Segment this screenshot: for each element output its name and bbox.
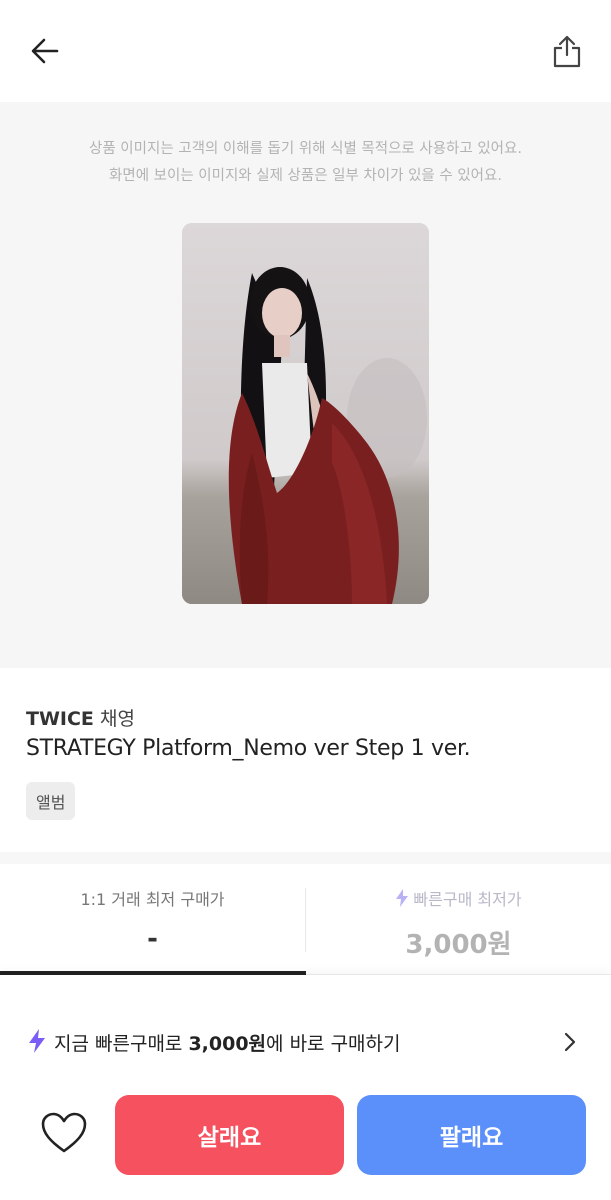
heart-icon bbox=[41, 1112, 87, 1153]
quick-buy-text: 지금 빠른구매로 3,000원에 바로 구매하기 bbox=[54, 1033, 401, 1055]
quick-buy-price-value: 3,000원 bbox=[405, 930, 512, 960]
bottom-action-panel: 지금 빠른구매로 3,000원에 바로 구매하기 살래요 팔래요 bbox=[0, 975, 611, 1200]
header bbox=[0, 0, 611, 102]
quick-buy-price-label: 빠른구매 최저가 bbox=[306, 886, 611, 910]
share-icon bbox=[553, 35, 581, 68]
tab-quick-buy-price[interactable]: 빠른구매 최저가 3,000원 bbox=[306, 886, 611, 961]
one-to-one-price-value: - bbox=[147, 924, 158, 954]
bolt-icon bbox=[29, 1029, 45, 1053]
product-info: TWICE 채영 STRATEGY Platform_Nemo ver Step… bbox=[0, 668, 611, 852]
like-button[interactable] bbox=[38, 1107, 90, 1159]
artist-member: 채영 bbox=[99, 708, 135, 730]
price-tabs: 1:1 거래 최저 구매가 - 빠른구매 최저가 3,000원 bbox=[0, 864, 611, 975]
category-tag[interactable]: 앨범 bbox=[26, 782, 76, 820]
artist-name: TWICE 채영 bbox=[26, 704, 135, 731]
product-title: STRATEGY Platform_Nemo ver Step 1 ver. bbox=[26, 736, 471, 761]
notice-line-2: 화면에 보이는 이미지와 실제 상품은 일부 차이가 있을 수 있어요. bbox=[109, 168, 502, 184]
back-button[interactable] bbox=[26, 32, 64, 70]
tab-one-to-one-price[interactable]: 1:1 거래 최저 구매가 - bbox=[0, 886, 305, 954]
share-button[interactable] bbox=[546, 30, 588, 72]
artist-group: TWICE bbox=[26, 708, 94, 730]
bolt-icon bbox=[396, 889, 409, 907]
product-photo[interactable] bbox=[182, 223, 429, 604]
section-divider bbox=[0, 852, 611, 864]
image-notice: 상품 이미지는 고객의 이해를 돕기 위해 식별 목적으로 사용하고 있어요. … bbox=[0, 136, 611, 190]
chevron-right-icon bbox=[564, 1032, 576, 1052]
buy-button[interactable]: 살래요 bbox=[115, 1095, 344, 1175]
quick-buy-amount: 3,000원 bbox=[188, 1033, 267, 1055]
sell-button[interactable]: 팔래요 bbox=[357, 1095, 586, 1175]
product-image-area: 상품 이미지는 고객의 이해를 돕기 위해 식별 목적으로 사용하고 있어요. … bbox=[0, 102, 611, 668]
arrow-left-icon bbox=[31, 38, 59, 64]
photocard-image bbox=[182, 223, 429, 604]
notice-line-1: 상품 이미지는 고객의 이해를 돕기 위해 식별 목적으로 사용하고 있어요. bbox=[89, 141, 522, 157]
one-to-one-price-label: 1:1 거래 최저 구매가 bbox=[80, 890, 225, 909]
quick-buy-banner[interactable]: 지금 빠른구매로 3,000원에 바로 구매하기 bbox=[0, 1005, 611, 1077]
